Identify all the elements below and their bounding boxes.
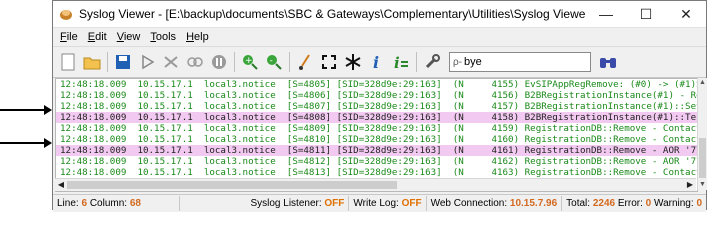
- brush-icon: [299, 54, 310, 70]
- play-button[interactable]: [136, 51, 158, 73]
- toolbar-separator: [289, 52, 290, 72]
- log-row[interactable]: 12:48:18.009 10.15.17.1 local3.notice [S…: [56, 156, 697, 167]
- log-row[interactable]: 12:48:18.009 10.15.17.1 local3.notice [S…: [56, 167, 697, 178]
- menu-file-rest: ile: [66, 31, 78, 43]
- search-input[interactable]: [464, 56, 575, 68]
- new-document-button[interactable]: [57, 51, 79, 73]
- svg-text:-: -: [270, 56, 273, 66]
- scroll-down-icon[interactable]: ▼: [698, 180, 707, 190]
- menu-bar: File Edit View Tools Help: [53, 28, 706, 46]
- error-count: 0: [645, 198, 652, 209]
- svg-text:+: +: [245, 56, 253, 66]
- open-folder-button[interactable]: [81, 51, 103, 73]
- info-icon: i: [373, 53, 379, 71]
- write-log-state: OFF: [401, 198, 422, 209]
- open-folder-icon: [83, 57, 101, 70]
- log-row[interactable]: 12:48:18.009 10.15.17.1 local3.notice [S…: [56, 145, 697, 156]
- svg-text:i: i: [373, 53, 379, 71]
- menu-file[interactable]: File: [55, 31, 83, 43]
- find-button[interactable]: [597, 51, 619, 73]
- log-row[interactable]: 12:48:18.009 10.15.17.1 local3.notice [S…: [56, 90, 697, 101]
- vertical-scroll-thumb[interactable]: [699, 138, 706, 178]
- column-number: 68: [129, 198, 141, 209]
- pointer-arrow-icon: [0, 138, 52, 148]
- brackets-icon: [322, 55, 336, 69]
- minimize-button[interactable]: —: [586, 1, 626, 27]
- status-bar: Line: 6 Column: 68 Syslog Listener: OFF …: [53, 194, 706, 212]
- binoculars-icon: [600, 58, 616, 68]
- zoom-out-icon: -: [267, 55, 282, 70]
- horizontal-scrollbar[interactable]: ◀ ▶: [55, 178, 696, 191]
- log-row[interactable]: 12:48:18.009 10.15.17.1 local3.notice [S…: [56, 134, 697, 145]
- info-button[interactable]: i: [366, 51, 388, 73]
- svg-text:i: i: [394, 54, 400, 71]
- total-count: 2246: [592, 198, 616, 209]
- status-syslog-listener: Syslog Listener: OFF: [180, 196, 350, 211]
- status-web-connection: Web Connection: 10.15.7.96: [427, 196, 563, 211]
- log-row[interactable]: 12:48:18.009 10.15.17.1 local3.notice [S…: [56, 101, 697, 112]
- search-icon: ρ-: [453, 56, 463, 68]
- play-icon: [142, 54, 155, 70]
- freeze-icon: [345, 54, 361, 70]
- zoom-in-icon: +: [243, 55, 258, 70]
- web-connection-address: 10.15.7.96: [509, 198, 558, 209]
- app-logo-icon: [60, 10, 72, 20]
- status-position: Line: 6 Column: 68: [53, 196, 181, 211]
- log-row[interactable]: 12:48:18.009 10.15.17.1 local3.notice [S…: [56, 123, 697, 134]
- filter-icon: i: [394, 54, 408, 71]
- zoom-out-button[interactable]: -: [263, 51, 285, 73]
- new-document-icon: [61, 53, 75, 71]
- syslog-viewer-window: Syslog Viewer - [E:\backup\documents\SBC…: [52, 0, 707, 212]
- vertical-scrollbar[interactable]: ▲ ▼: [697, 78, 707, 190]
- horizontal-scroll-thumb[interactable]: [67, 181, 397, 189]
- scroll-left-icon[interactable]: ◀: [55, 179, 67, 191]
- toolbar-separator: [234, 52, 235, 72]
- zoom-in-button[interactable]: +: [239, 51, 261, 73]
- search-box[interactable]: ρ-: [449, 52, 591, 72]
- close-button[interactable]: ✕: [666, 1, 706, 27]
- log-row[interactable]: 12:48:18.009 10.15.17.1 local3.notice [S…: [56, 79, 697, 90]
- window-title: Syslog Viewer - [E:\backup\documents\SBC…: [79, 7, 586, 21]
- freeze-button[interactable]: [342, 51, 364, 73]
- menu-tools[interactable]: Tools: [145, 31, 181, 43]
- stop-icon: [164, 56, 178, 68]
- toolbar: + - i i ρ-: [53, 46, 706, 78]
- settings-button[interactable]: [421, 51, 443, 73]
- highlight-brush-button[interactable]: [294, 51, 316, 73]
- pointer-arrow-icon: [0, 105, 52, 115]
- toolbar-separator: [416, 52, 417, 72]
- log-view[interactable]: 12:48:18.009 10.15.17.1 local3.notice [S…: [55, 78, 698, 192]
- scroll-up-icon[interactable]: ▲: [698, 78, 707, 88]
- maximize-button[interactable]: ☐: [626, 1, 666, 27]
- log-row[interactable]: 12:48:18.009 10.15.17.1 local3.notice [S…: [56, 112, 697, 123]
- status-counts: Total: 2246 Error: 0 Warning: 0: [566, 198, 702, 209]
- wrench-icon: [425, 54, 440, 69]
- pause-button[interactable]: [208, 51, 230, 73]
- filter-button[interactable]: i: [390, 51, 412, 73]
- menu-view[interactable]: View: [112, 31, 146, 43]
- status-write-log: Write Log: OFF: [349, 196, 427, 211]
- fullscreen-button[interactable]: [318, 51, 340, 73]
- line-number: 6: [81, 198, 88, 209]
- warning-count: 0: [696, 198, 702, 209]
- title-bar: Syslog Viewer - [E:\backup\documents\SBC…: [53, 1, 706, 28]
- save-icon: [116, 55, 130, 69]
- menu-edit[interactable]: Edit: [83, 31, 112, 43]
- save-button[interactable]: [112, 51, 134, 73]
- pause-icon: [212, 55, 226, 69]
- repeat-icon: [187, 57, 203, 67]
- scroll-right-icon[interactable]: ▶: [684, 179, 696, 191]
- toolbar-separator: [107, 52, 108, 72]
- menu-help[interactable]: Help: [181, 31, 214, 43]
- syslog-listener-state: OFF: [324, 198, 345, 209]
- stop-button[interactable]: [160, 51, 182, 73]
- repeat-button[interactable]: [184, 51, 206, 73]
